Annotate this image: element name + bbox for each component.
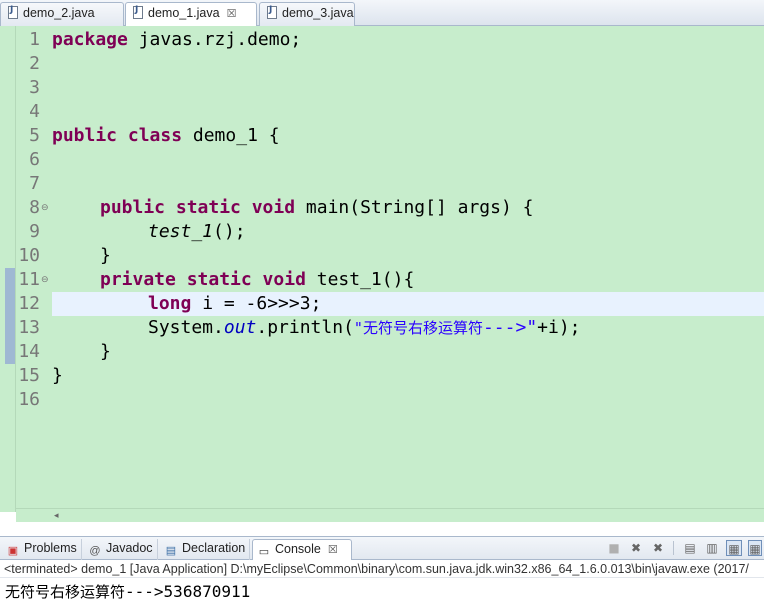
line-number: 3 <box>29 77 40 98</box>
code-line-14: } <box>100 341 111 362</box>
line-number: 5 <box>29 125 40 146</box>
line-number: 6 <box>29 149 40 170</box>
code-line-15: } <box>52 365 63 386</box>
java-file-icon <box>133 5 143 19</box>
code-line-10: } <box>100 245 111 266</box>
tab-problems[interactable]: ▣ Problems <box>2 539 82 560</box>
tab-label: Problems <box>24 541 77 555</box>
line-number: 15 <box>18 365 40 386</box>
pin-console-icon[interactable]: ▦ <box>748 540 762 556</box>
line-number: 13 <box>18 317 40 338</box>
scroll-lock-icon[interactable]: ▥ <box>704 540 720 556</box>
line-number: 1 <box>29 29 40 50</box>
tab-demo-1[interactable]: demo_1.java ☒ <box>125 2 257 27</box>
tab-demo-3[interactable]: demo_3.java <box>259 2 355 26</box>
tab-javadoc[interactable]: @ Javadoc <box>84 539 158 560</box>
code-line-1: package javas.rzj.demo; <box>52 29 302 50</box>
console-output[interactable]: 无符号右移运算符--->536870911 <box>5 582 250 602</box>
code-line-9: test_1(); <box>148 221 246 242</box>
code-editor[interactable]: 1 2 3 4 5 6 7 8 9 10 11 12 13 14 15 16 ⊖… <box>0 26 764 522</box>
line-number: 9 <box>29 221 40 242</box>
editor-tab-bar: demo_2.java demo_1.java ☒ demo_3.java <box>0 0 764 27</box>
code-line-13: System.out.println("无符号右移运算符--->"+i); <box>148 317 581 338</box>
line-number: 7 <box>29 173 40 194</box>
remove-all-launches-icon[interactable]: ✖ <box>650 540 666 556</box>
terminate-icon[interactable]: ■ <box>606 540 622 556</box>
declaration-icon: ▤ <box>165 545 177 557</box>
line-number: 2 <box>29 53 40 74</box>
toolbar-separator <box>673 541 674 555</box>
console-status-line: <terminated> demo_1 [Java Application] D… <box>0 560 764 578</box>
tab-declaration[interactable]: ▤ Declaration <box>160 539 251 560</box>
java-file-icon <box>8 5 18 19</box>
line-number: 12 <box>18 293 40 314</box>
tab-label: Console <box>275 542 321 556</box>
problems-icon: ▣ <box>7 545 19 557</box>
line-number: 4 <box>29 101 40 122</box>
code-line-11: private static void test_1(){ <box>100 269 415 290</box>
tab-label: demo_2.java <box>23 6 95 20</box>
clear-console-icon[interactable]: ▤ <box>682 540 698 556</box>
console-output-cjk: 无符号右移运算符 <box>5 583 126 601</box>
console-view-tab-bar: ▣ Problems @ Javadoc ▤ Declaration ▭ Console… <box>0 536 764 560</box>
code-line-5: public class demo_1 { <box>52 125 280 146</box>
horizontal-scrollbar[interactable]: ◂ <box>16 508 764 522</box>
tab-demo-2[interactable]: demo_2.java <box>0 2 124 26</box>
console-output-value: --->536870911 <box>125 582 251 601</box>
line-number: 14 <box>18 341 40 362</box>
at-icon: @ <box>89 545 101 557</box>
line-number: 10 <box>18 245 40 266</box>
tab-label: Declaration <box>182 541 246 555</box>
tab-console[interactable]: ▭ Console ☒ <box>252 539 352 560</box>
close-icon[interactable]: ☒ <box>227 7 237 20</box>
fold-toggle-icon[interactable]: ⊖ <box>41 196 51 220</box>
line-number: 16 <box>18 389 40 410</box>
code-text[interactable]: package javas.rzj.demo; public class dem… <box>52 26 764 512</box>
console-icon: ▭ <box>258 546 270 558</box>
remove-launch-icon[interactable]: ✖ <box>628 540 644 556</box>
code-line-12: long i = -6>>>3; <box>52 292 764 316</box>
fold-toggle-icon[interactable]: ⊖ <box>41 268 51 292</box>
tab-label: demo_1.java <box>148 6 220 20</box>
close-icon[interactable]: ☒ <box>328 543 338 556</box>
show-on-output-icon[interactable]: ▦ <box>726 540 742 556</box>
java-file-icon <box>267 5 277 19</box>
change-marker <box>5 268 15 364</box>
scroll-left-icon[interactable]: ◂ <box>54 509 59 523</box>
overview-gutter <box>0 26 16 512</box>
code-line-8: public static void main(String[] args) { <box>100 197 534 218</box>
line-number: 11 <box>18 269 40 290</box>
tab-label: Javadoc <box>106 541 153 555</box>
line-number: 8 <box>29 197 40 218</box>
tab-label: demo_3.java <box>282 6 354 20</box>
